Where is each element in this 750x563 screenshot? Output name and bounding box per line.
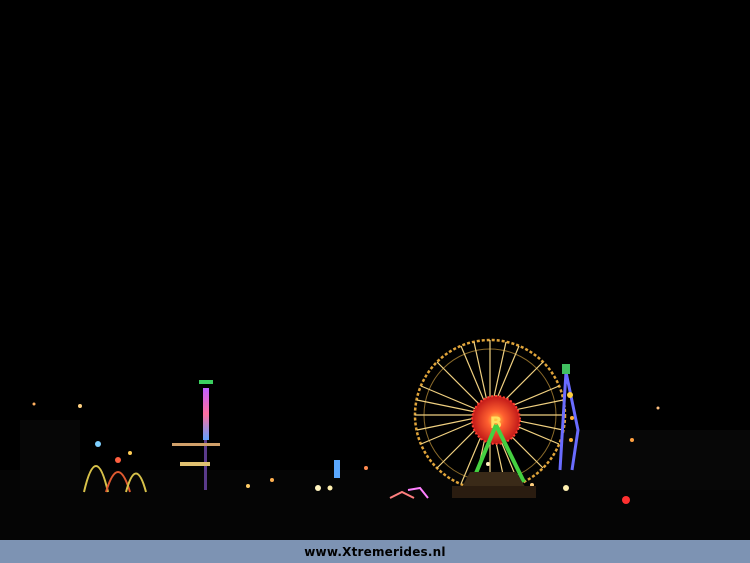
night-fairground-photo: B [0,0,750,540]
watermark-url[interactable]: www.Xtremerides.nl [304,545,445,559]
watermark-bar: www.Xtremerides.nl [0,540,750,563]
